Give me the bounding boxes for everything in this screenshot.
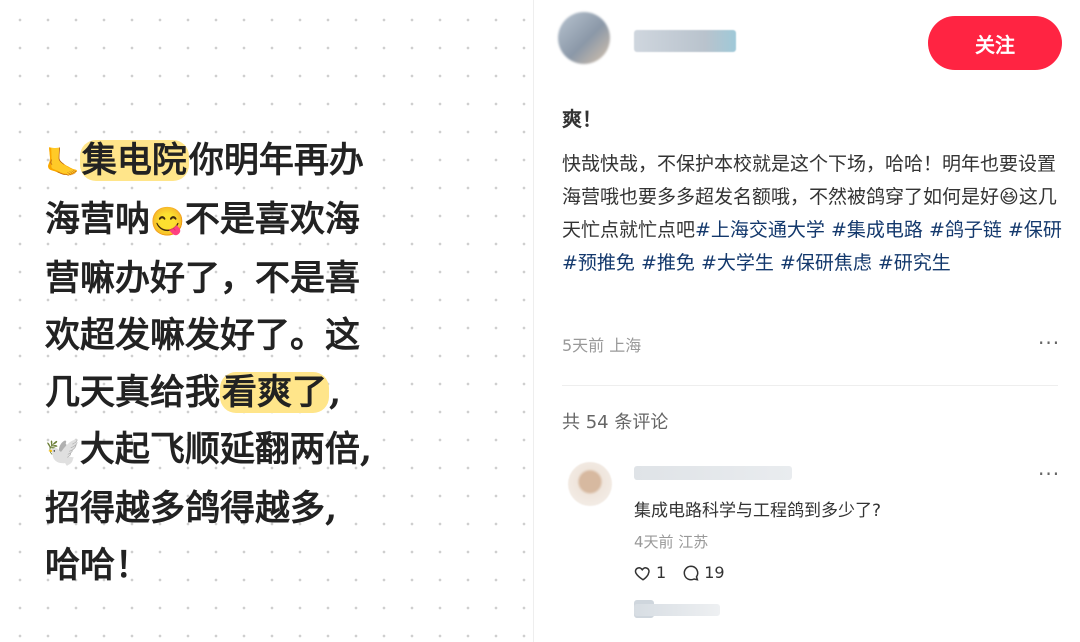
comment-text: 集成电路科学与工程鸽到多少了?: [634, 501, 882, 521]
laugh-emoji-icon: 😆: [999, 186, 1019, 208]
commenter-name-blurred[interactable]: [634, 604, 720, 616]
comment-icon: [683, 564, 699, 581]
divider: [562, 385, 1058, 386]
follow-button[interactable]: 关注: [928, 16, 1062, 70]
note-line-text: 海营呐: [45, 199, 151, 240]
dove-emoji-icon: 🕊️: [45, 435, 80, 468]
hashtag-link[interactable]: #上海交通大学: [695, 219, 825, 241]
reply-count: 19: [704, 563, 725, 582]
hashtag-link[interactable]: #研究生: [878, 252, 951, 274]
foot-emoji-icon: 🦶: [45, 146, 80, 179]
note-line-text: 几天真给我: [45, 372, 221, 413]
author-name-blurred[interactable]: [634, 30, 736, 52]
comment-more-icon[interactable]: ···: [1038, 462, 1060, 486]
reply-button[interactable]: 19: [682, 563, 725, 582]
note-image[interactable]: 🦶集电院你明年再办 海营呐😋不是喜欢海 营嘛办好了，不是喜 欢超发嘛发好了。这 …: [0, 0, 533, 642]
hashtag-link[interactable]: #保研: [1008, 219, 1062, 241]
author-avatar[interactable]: [558, 12, 610, 64]
highlight-text: 集电院: [79, 140, 189, 181]
post-more-icon[interactable]: ···: [1038, 331, 1060, 355]
note-line-text: 大起飞顺延翻两倍,: [79, 429, 373, 470]
heart-icon: [634, 566, 650, 581]
hashtag-link[interactable]: #鸽子链: [929, 219, 1002, 241]
yum-emoji-icon: 😋: [150, 205, 185, 238]
note-line-text: 你明年再办: [188, 140, 364, 181]
note-line-5: 几天真给我看爽了,: [45, 364, 505, 421]
note-line-6: 🕊️大起飞顺延翻两倍,: [45, 421, 505, 480]
comment-count: 共 54 条评论: [562, 412, 669, 433]
hashtag-link[interactable]: #预推免: [562, 252, 635, 274]
post-meta: 5天前 上海: [562, 336, 642, 355]
hashtag-link[interactable]: #集成电路: [831, 219, 923, 241]
note-panel: 关注 爽！ 快哉快哉，不保护本校就是这个下场，哈哈！明年也要设置海营哦也要多多超…: [534, 0, 1080, 642]
note-line-7: 招得越多鸽得越多,: [45, 488, 338, 529]
like-button[interactable]: 1: [634, 563, 666, 582]
hashtag-link[interactable]: #大学生: [701, 252, 774, 274]
comment-actions: 1 19: [634, 563, 725, 582]
note-line-2: 海营呐😋不是喜欢海: [45, 191, 505, 250]
commenter-name-blurred[interactable]: [634, 466, 792, 480]
like-count: 1: [656, 563, 667, 582]
hashtag-link[interactable]: #保研焦虑: [780, 252, 872, 274]
note-line-text: ,: [329, 372, 342, 413]
note-detail: 🦶集电院你明年再办 海营呐😋不是喜欢海 营嘛办好了，不是喜 欢超发嘛发好了。这 …: [0, 0, 1080, 642]
post-title: 爽！: [562, 107, 602, 131]
highlight-text: 看爽了: [220, 372, 330, 413]
comment-meta: 4天前 江苏: [634, 533, 709, 551]
commenter-avatar[interactable]: [568, 462, 612, 506]
note-line-4: 欢超发嘛发好了。这: [45, 315, 361, 356]
note-line-3: 营嘛办好了，不是喜: [45, 258, 361, 299]
note-image-text: 🦶集电院你明年再办 海营呐😋不是喜欢海 营嘛办好了，不是喜 欢超发嘛发好了。这 …: [45, 132, 505, 594]
post-description: 快哉快哉，不保护本校就是这个下场，哈哈！明年也要设置海营哦也要多多超发名额哦，不…: [562, 148, 1062, 280]
hashtag-link[interactable]: #推免: [641, 252, 695, 274]
note-line-8: 哈哈！: [45, 545, 151, 586]
note-line-1: 🦶集电院你明年再办: [45, 132, 505, 191]
note-line-text: 不是喜欢海: [184, 199, 360, 240]
post-body-text: 快哉快哉，不保护本校就是这个下场，哈哈！明年也要设置海营哦也要多多超发名额哦，不…: [562, 153, 1057, 208]
